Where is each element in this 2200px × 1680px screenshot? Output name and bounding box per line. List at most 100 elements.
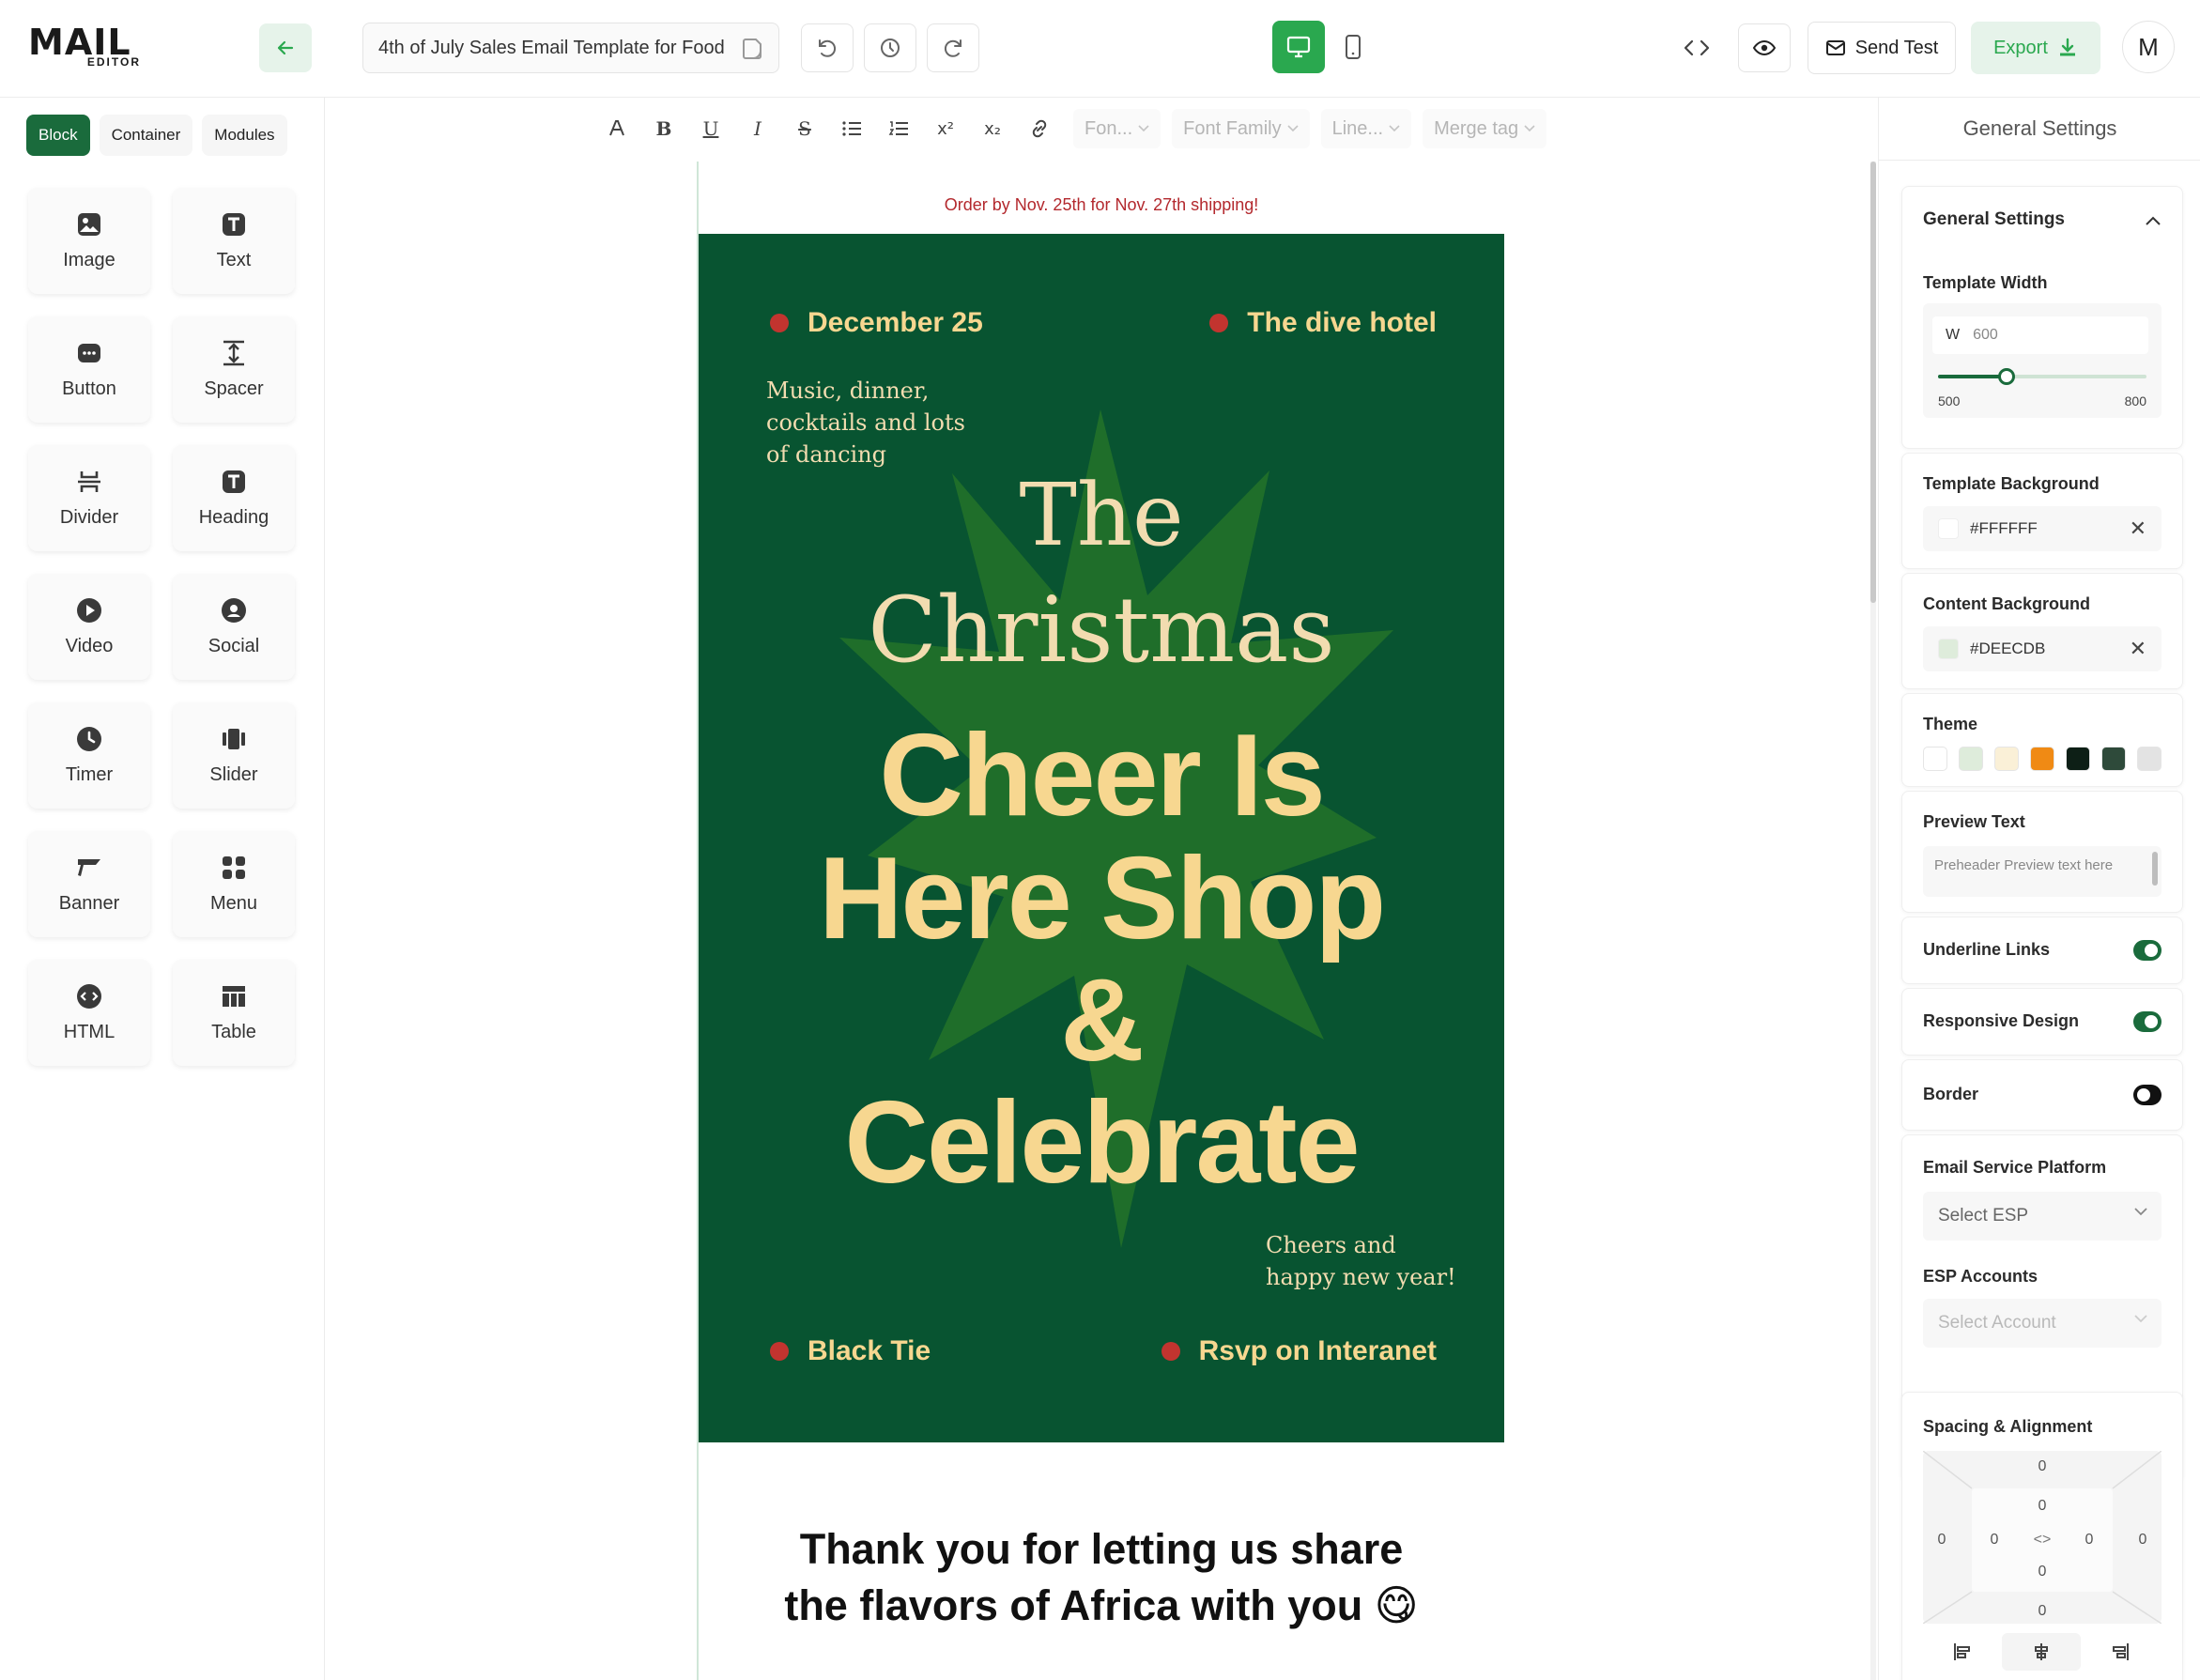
underline-links-toggle[interactable] [2133,940,2162,961]
bullet-list-button[interactable] [829,106,874,151]
script-the[interactable]: The [699,469,1504,563]
underline-button[interactable]: U [688,106,733,151]
hero-banner[interactable]: December 25 The dive hotel Music, dinner… [699,234,1504,1442]
font-family-select[interactable]: Font Family [1172,109,1310,148]
padding-left-value[interactable]: 0 [1985,1532,2004,1549]
width-slider-track[interactable] [1938,368,2146,385]
preheader-text[interactable]: Order by Nov. 25th for Nov. 27th shippin… [699,195,1504,215]
event-venue[interactable]: The dive hotel [1209,307,1437,339]
theme-swatch[interactable] [2030,747,2054,771]
font-size-select[interactable]: Fon... [1073,109,1162,148]
block-social[interactable]: Social [173,574,295,680]
desktop-view-button[interactable] [1272,21,1325,73]
redo-button[interactable] [927,23,979,72]
chevron-up-icon[interactable] [2145,215,2162,226]
theme-swatch[interactable] [1923,747,1947,771]
margin-bottom-value[interactable]: 0 [2033,1603,2052,1620]
close-icon[interactable]: ✕ [2130,516,2146,541]
block-banner[interactable]: Banner [28,831,150,937]
border-toggle[interactable] [2133,1085,2162,1105]
responsive-design-toggle[interactable] [2133,1011,2162,1032]
margin-right-value[interactable]: 0 [2133,1532,2152,1549]
block-menu[interactable]: Menu [173,831,295,937]
merge-tag-select[interactable]: Merge tag [1423,109,1547,148]
subscript-button[interactable]: x₂ [970,106,1015,151]
template-title-field[interactable]: 4th of July Sales Email Template for Foo… [362,23,779,73]
export-button[interactable]: Export [1971,22,2100,74]
content-background-swatch[interactable] [1938,639,1959,659]
script-christmas[interactable]: Christmas [699,583,1504,677]
preview-button[interactable] [1738,23,1791,72]
preview-text-scrollbar[interactable] [2152,852,2158,886]
esp-accounts-select[interactable]: Select Account [1923,1299,2162,1348]
link-icon [1032,119,1047,138]
close-icon[interactable]: ✕ [2130,637,2146,661]
width-input[interactable]: W 600 [1932,316,2148,354]
undo-button[interactable] [801,23,854,72]
block-timer[interactable]: Timer [28,702,150,809]
block-heading[interactable]: Heading [173,445,295,551]
block-video[interactable]: Video [28,574,150,680]
thank-you-heading[interactable]: Thank you for letting us share the flavo… [699,1521,1504,1634]
block-slider[interactable]: Slider [173,702,295,809]
mail-editor-logo[interactable]: MAIL EDITOR [28,24,145,69]
block-text[interactable]: Text [173,188,295,294]
theme-swatch[interactable] [1959,747,1983,771]
align-left-button[interactable] [1923,1633,2002,1671]
esp-select[interactable]: Select ESP [1923,1192,2162,1241]
width-slider-handle[interactable] [1998,368,2016,385]
mobile-view-button[interactable] [1327,21,1379,73]
block-spacer[interactable]: Spacer [173,316,295,423]
block-table[interactable]: Table [173,960,295,1066]
align-center-button[interactable] [2002,1633,2081,1671]
headline-line-3[interactable]: & [699,960,1504,1082]
bold-button[interactable]: B [641,106,686,151]
dress-code[interactable]: Black Tie [770,1335,931,1367]
block-divider[interactable]: Divider [28,445,150,551]
theme-swatch[interactable] [2066,747,2090,771]
history-button[interactable] [864,23,916,72]
numbered-list-button[interactable] [876,106,921,151]
back-button[interactable] [259,23,312,72]
content-background-field[interactable]: #DEECDB ✕ [1923,626,2162,671]
email-canvas[interactable]: Order by Nov. 25th for Nov. 27th shippin… [697,162,1504,1680]
headline-line-1[interactable]: Cheer Is [699,715,1504,837]
margin-left-value[interactable]: 0 [1932,1532,1951,1549]
strikethrough-button[interactable]: S [782,106,827,151]
tab-container[interactable]: Container [99,115,193,156]
headline-line-4[interactable]: Celebrate [699,1082,1504,1204]
theme-swatch[interactable] [1994,747,2019,771]
padding-bottom-value[interactable]: 0 [2033,1564,2052,1580]
save-status-icon[interactable] [741,37,765,61]
padding-right-value[interactable]: 0 [2080,1532,2099,1549]
tab-modules[interactable]: Modules [202,115,287,156]
event-date[interactable]: December 25 [770,307,983,339]
text-color-button[interactable] [594,106,639,151]
headline-line-2[interactable]: Here Shop [699,838,1504,960]
tab-block[interactable]: Block [26,115,90,156]
canvas-scrollbar-thumb[interactable] [1870,162,1876,603]
italic-button[interactable]: I [735,106,780,151]
template-background-swatch[interactable] [1938,518,1959,539]
block-image[interactable]: Image [28,188,150,294]
line-height-select[interactable]: Line... [1320,109,1412,148]
user-avatar[interactable]: M [2122,21,2175,73]
menu-icon [223,856,245,879]
rsvp-info[interactable]: Rsvp on Interanet [1161,1335,1437,1367]
link-button[interactable] [1017,106,1062,151]
align-right-button[interactable] [2081,1633,2160,1671]
padding-top-value[interactable]: 0 [2033,1498,2052,1515]
superscript-button[interactable]: x² [923,106,968,151]
margin-top-value[interactable]: 0 [2033,1458,2052,1475]
note-top[interactable]: Music, dinner, cocktails and lots of dan… [766,375,965,470]
block-button[interactable]: Button [28,316,150,423]
theme-swatch[interactable] [2101,747,2126,771]
theme-swatch[interactable] [2137,747,2162,771]
code-view-button[interactable] [1670,23,1723,72]
template-title-text[interactable]: 4th of July Sales Email Template for Foo… [378,38,735,59]
preview-text-input[interactable]: Preheader Preview text here [1923,846,2162,897]
send-test-button[interactable]: Send Test [1808,22,1956,74]
note-bottom[interactable]: Cheers and happy new year! [1266,1229,1456,1293]
template-background-field[interactable]: #FFFFFF ✕ [1923,506,2162,551]
block-html[interactable]: HTML [28,960,150,1066]
